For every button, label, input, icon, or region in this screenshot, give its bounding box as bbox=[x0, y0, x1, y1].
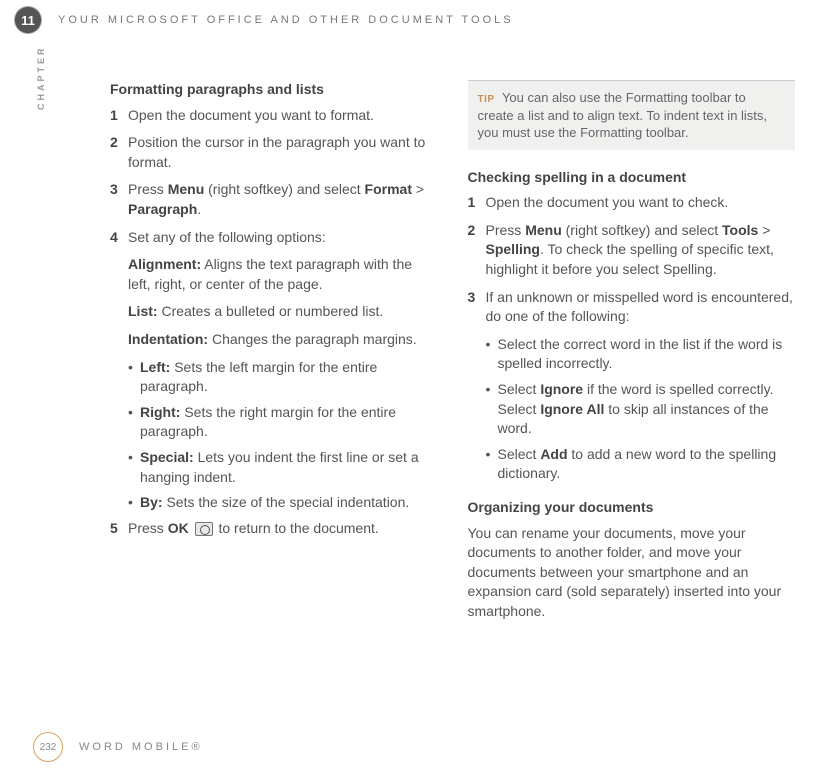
option-indentation: Indentation: Changes the paragraph margi… bbox=[128, 330, 438, 350]
step-body: Position the cursor in the paragraph you… bbox=[128, 133, 438, 172]
step-body: Press Menu (right softkey) and select Fo… bbox=[128, 180, 438, 219]
header-title: YOUR MICROSOFT OFFICE AND OTHER DOCUMENT… bbox=[58, 14, 514, 26]
step-body: Open the document you want to format. bbox=[128, 106, 438, 126]
left-column: Formatting paragraphs and lists 1 Open t… bbox=[110, 80, 438, 630]
step-body: Set any of the following options: bbox=[128, 228, 438, 248]
step-1: 1 Open the document you want to format. bbox=[110, 106, 438, 126]
chapter-number-badge: 11 bbox=[14, 6, 42, 34]
bullet-left: •Left: Sets the left margin for the enti… bbox=[128, 358, 438, 397]
footer-title: WORD MOBILE® bbox=[79, 741, 203, 753]
bullet-right: •Right: Sets the right margin for the en… bbox=[128, 403, 438, 442]
step-body: Press OK to return to the document. bbox=[128, 519, 438, 539]
option-list: List: Creates a bulleted or numbered lis… bbox=[128, 302, 438, 322]
page-number-badge: 232 bbox=[33, 732, 63, 762]
spell-bullet-1: •Select the correct word in the list if … bbox=[486, 335, 796, 374]
step-4: 4 Set any of the following options: bbox=[110, 228, 438, 248]
step-number: 4 bbox=[110, 228, 128, 248]
step-number: 1 bbox=[468, 193, 486, 213]
step-number: 1 bbox=[110, 106, 128, 126]
step-body: Press Menu (right softkey) and select To… bbox=[486, 221, 796, 280]
content-area: Formatting paragraphs and lists 1 Open t… bbox=[0, 40, 825, 630]
page-header: 11 YOUR MICROSOFT OFFICE AND OTHER DOCUM… bbox=[0, 0, 825, 40]
step-5: 5 Press OK to return to the document. bbox=[110, 519, 438, 539]
organizing-body: You can rename your documents, move your… bbox=[468, 524, 796, 622]
step-number: 5 bbox=[110, 519, 128, 539]
page-footer: 232 WORD MOBILE® bbox=[0, 732, 203, 762]
bullet-special: •Special: Lets you indent the first line… bbox=[128, 448, 438, 487]
tip-box: TIP You can also use the Formatting tool… bbox=[468, 80, 796, 150]
section-heading-spelling: Checking spelling in a document bbox=[468, 168, 796, 188]
spell-step-2: 2 Press Menu (right softkey) and select … bbox=[468, 221, 796, 280]
bullet-by: •By: Sets the size of the special indent… bbox=[128, 493, 438, 513]
section-heading-organizing: Organizing your documents bbox=[468, 498, 796, 518]
ok-key-icon bbox=[195, 522, 213, 536]
step-body: If an unknown or misspelled word is enco… bbox=[486, 288, 796, 327]
chapter-label-vertical: CHAPTER bbox=[36, 45, 46, 110]
tip-body: You can also use the Formatting toolbar … bbox=[478, 90, 768, 140]
step-body: Open the document you want to check. bbox=[486, 193, 796, 213]
spell-bullet-2: •Select Ignore if the word is spelled co… bbox=[486, 380, 796, 439]
tip-label: TIP bbox=[478, 94, 495, 105]
spell-step-3: 3 If an unknown or misspelled word is en… bbox=[468, 288, 796, 327]
option-alignment: Alignment: Aligns the text paragraph wit… bbox=[128, 255, 438, 294]
section-heading-formatting: Formatting paragraphs and lists bbox=[110, 80, 438, 100]
step-number: 2 bbox=[110, 133, 128, 172]
step-2: 2 Position the cursor in the paragraph y… bbox=[110, 133, 438, 172]
right-column: TIP You can also use the Formatting tool… bbox=[468, 80, 796, 630]
spell-step-1: 1 Open the document you want to check. bbox=[468, 193, 796, 213]
step-number: 3 bbox=[468, 288, 486, 327]
step-3: 3 Press Menu (right softkey) and select … bbox=[110, 180, 438, 219]
step-number: 3 bbox=[110, 180, 128, 219]
spell-bullet-3: •Select Add to add a new word to the spe… bbox=[486, 445, 796, 484]
step-number: 2 bbox=[468, 221, 486, 280]
